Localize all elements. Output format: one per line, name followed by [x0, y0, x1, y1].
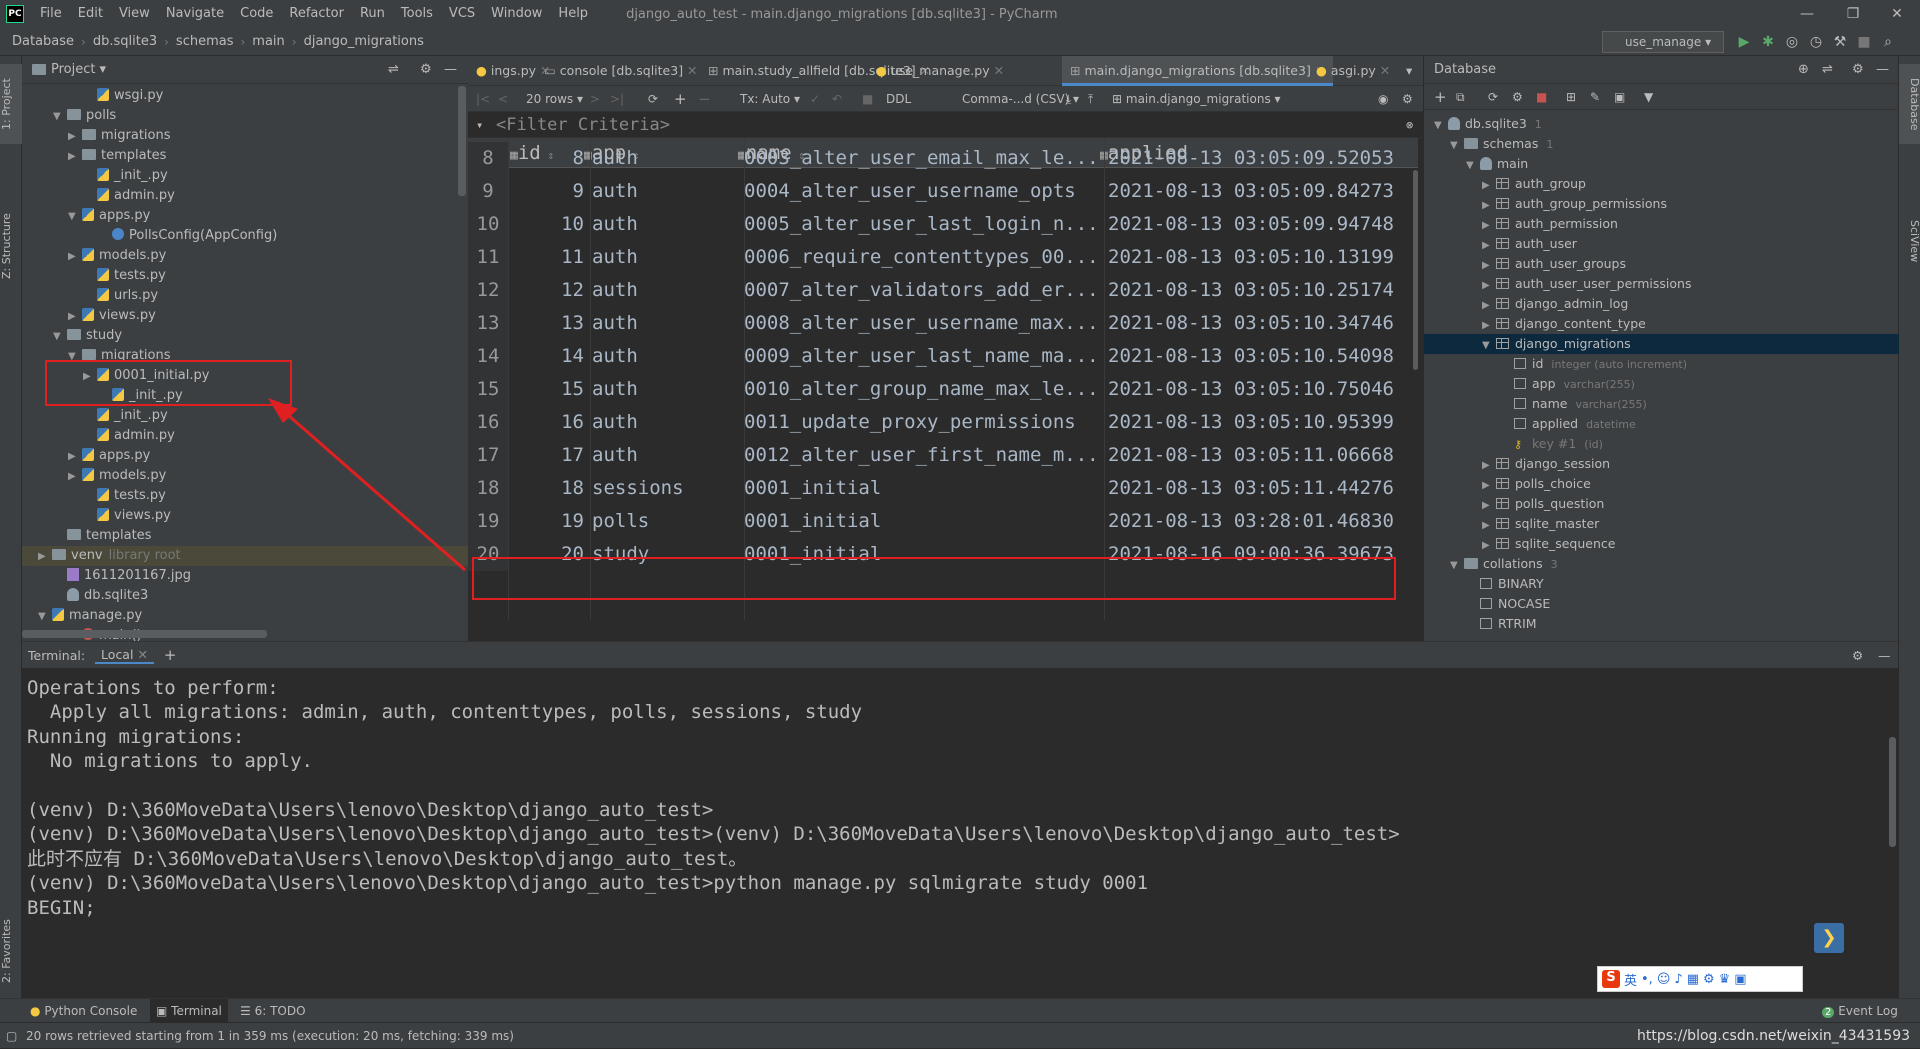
arrow-line [279, 406, 466, 572]
annotation-arrow [268, 398, 466, 572]
